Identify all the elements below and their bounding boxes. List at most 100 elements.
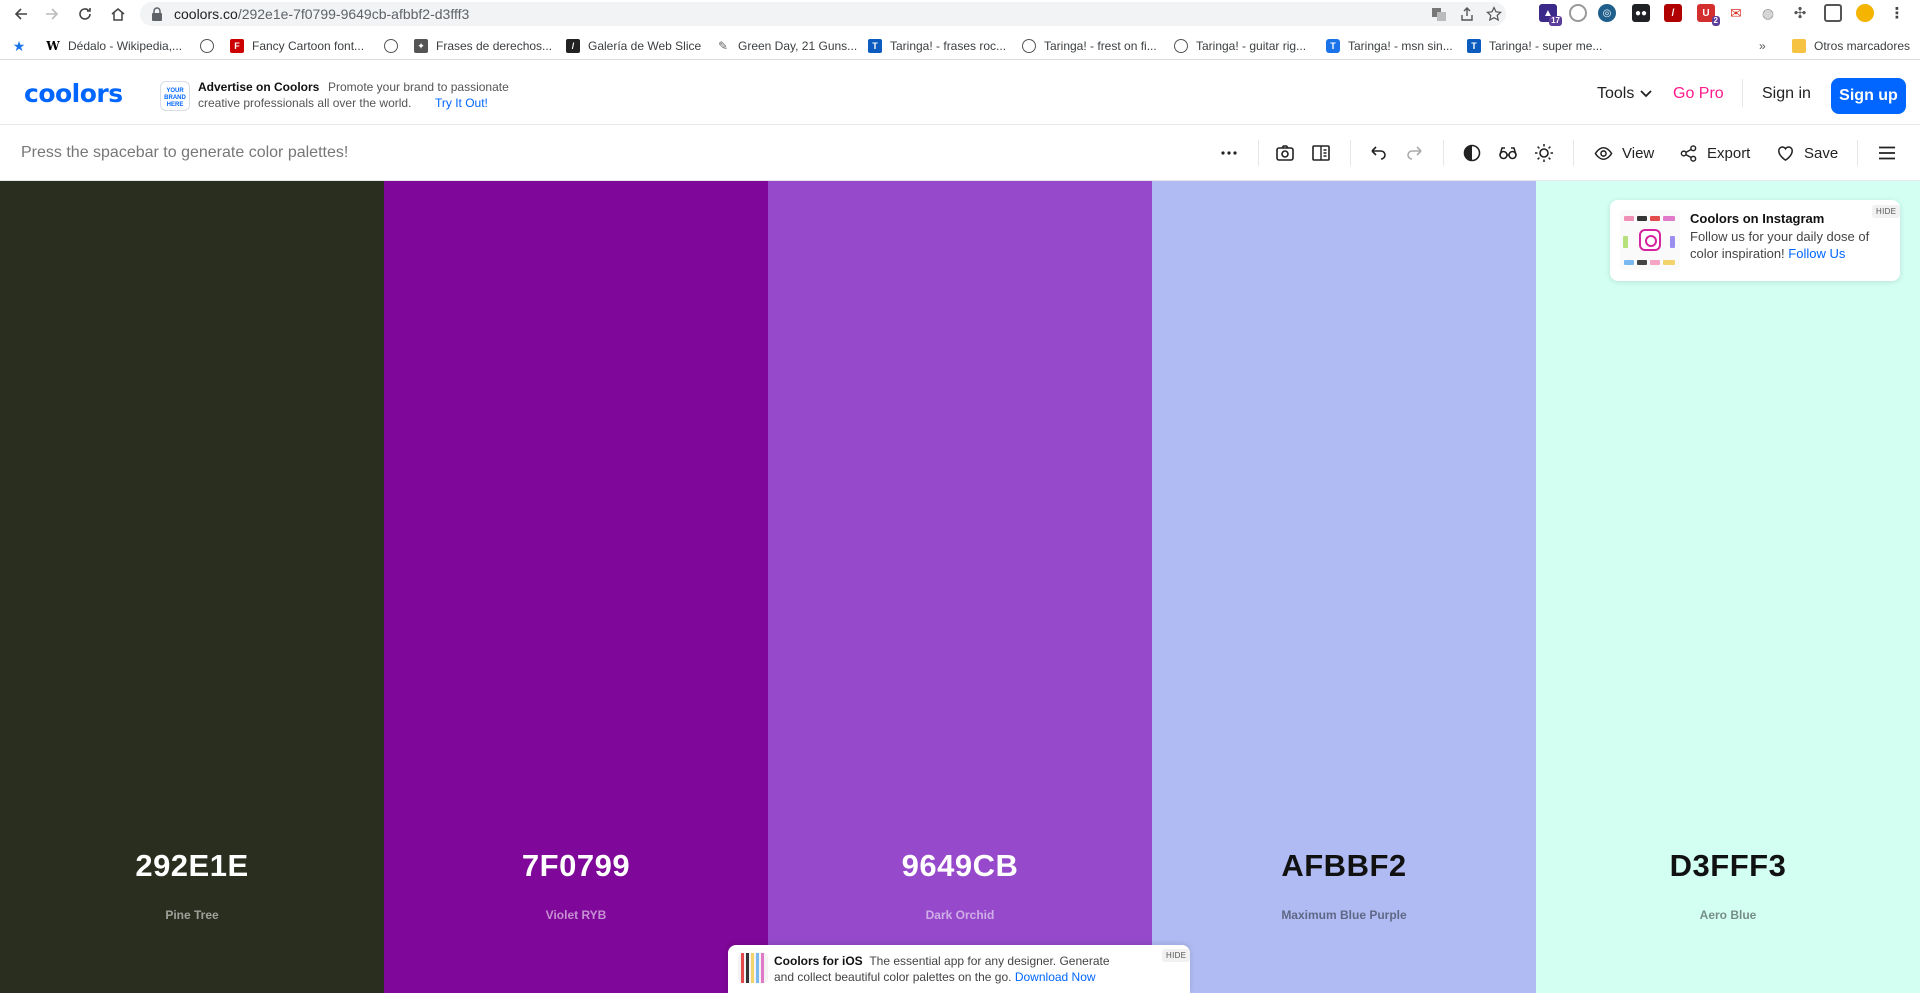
redo-icon[interactable] <box>1404 142 1426 164</box>
save-button[interactable]: Save <box>1776 142 1838 164</box>
sign-in-link[interactable]: Sign in <box>1762 85 1811 103</box>
tools-label: Tools <box>1597 85 1635 102</box>
color-name: Dark Orchid <box>925 908 995 922</box>
spacebar-hint: Press the spacebar to generate color pal… <box>21 144 349 161</box>
color-hex-code[interactable]: 7F0799 <box>384 848 768 884</box>
export-button[interactable]: Export <box>1679 142 1750 164</box>
palette-layout-icon[interactable] <box>1310 142 1332 164</box>
bookmark-6[interactable]: Taringa! - frest on fi... <box>1022 37 1157 55</box>
star-icon: ★ <box>12 37 26 54</box>
forward-button[interactable] <box>40 2 64 26</box>
brightness-icon[interactable] <box>1533 142 1555 164</box>
side-panel-icon[interactable] <box>1824 4 1842 22</box>
bookmark-1[interactable]: F Fancy Cartoon font... <box>230 37 364 55</box>
extension-hat-icon[interactable]: ▲ 17 <box>1539 4 1562 26</box>
back-arrow-icon <box>14 8 27 20</box>
globe-icon <box>384 39 398 53</box>
bookmark-3[interactable]: / Galería de Web Slice <box>566 37 701 55</box>
contrast-icon[interactable] <box>1461 142 1483 164</box>
folder-icon <box>1792 39 1806 53</box>
instagram-promo-title: Coolors on Instagram <box>1690 211 1825 226</box>
reload-button[interactable] <box>73 2 97 26</box>
bookmark-8[interactable]: T Taringa! - msn sin... <box>1326 37 1453 55</box>
color-swatch[interactable]: AFBBF2 Maximum Blue Purple <box>1152 181 1536 993</box>
other-bookmarks[interactable]: Otros marcadores <box>1792 37 1910 55</box>
ad-title: Advertise on Coolors <box>198 80 320 94</box>
profile-avatar-icon[interactable] <box>1856 4 1874 22</box>
taringa-icon: T <box>1326 39 1340 53</box>
toolbar-divider <box>1857 140 1858 166</box>
instagram-thumbnail <box>1620 210 1680 270</box>
more-options-icon[interactable] <box>1218 142 1240 164</box>
bookmark-7[interactable]: Taringa! - guitar rig... <box>1174 37 1306 55</box>
frases-icon: ✦ <box>414 39 428 53</box>
glasses-icon[interactable] <box>1497 142 1519 164</box>
undo-icon[interactable] <box>1367 142 1389 164</box>
follow-us-link[interactable]: Follow Us <box>1788 246 1845 261</box>
bookmark-9[interactable]: T Taringa! - super me... <box>1467 37 1602 55</box>
color-swatch[interactable]: D3FFF3 Aero Blue <box>1536 181 1920 993</box>
camera-icon[interactable] <box>1274 142 1296 164</box>
color-hex-code[interactable]: D3FFF3 <box>1536 848 1920 884</box>
color-palette: 292E1E Pine Tree 7F0799 Violet RYB 9649C… <box>0 181 1920 993</box>
wikipedia-icon: W <box>46 39 60 53</box>
color-hex-code[interactable]: AFBBF2 <box>1152 848 1536 884</box>
extension-sync-icon[interactable]: ◎ <box>1598 4 1616 22</box>
extension-lastpass-icon[interactable]: / <box>1664 4 1682 22</box>
color-swatch[interactable]: 7F0799 Violet RYB <box>384 181 768 993</box>
share-icon[interactable] <box>1458 5 1476 23</box>
generator-toolbar: Press the spacebar to generate color pal… <box>0 126 1920 181</box>
bookmark-star-icon[interactable] <box>1485 5 1503 23</box>
extension-ublock-icon[interactable]: U2 <box>1697 4 1720 26</box>
bookmark-2[interactable]: ✦ Frases de derechos... <box>414 37 552 55</box>
fancy-icon: F <box>230 39 244 53</box>
home-button[interactable] <box>106 2 130 26</box>
forward-arrow-icon <box>46 8 59 20</box>
ios-promo-title: Coolors for iOS <box>774 954 863 968</box>
greenday-icon: ✎ <box>716 39 730 53</box>
bookmark-5[interactable]: T Taringa! - frases roc... <box>868 37 1006 55</box>
ios-promo-text: Coolors for iOS The essential app for an… <box>774 953 1124 985</box>
sign-up-button[interactable]: Sign up <box>1831 78 1906 114</box>
export-label: Export <box>1707 144 1751 162</box>
chevron-down-icon <box>1640 90 1652 98</box>
view-button[interactable]: View <box>1594 142 1654 164</box>
extension-circle-icon[interactable] <box>1569 4 1587 22</box>
hide-instagram-promo-button[interactable]: HIDE <box>1872 205 1901 218</box>
extension-globe-icon[interactable]: ◍ <box>1759 4 1777 22</box>
ad-try-it-link[interactable]: Try It Out! <box>435 96 488 110</box>
download-now-link[interactable]: Download Now <box>1015 970 1096 984</box>
taringa-icon: T <box>868 39 882 53</box>
color-hex-code[interactable]: 292E1E <box>0 848 384 884</box>
toolbar-divider <box>1573 140 1574 166</box>
bookmark-globe-1[interactable] <box>200 37 222 55</box>
ad-brand-box[interactable]: YOUR BRAND HERE <box>160 81 190 111</box>
address-bar[interactable]: coolors.co/292e1e-7f0799-9649cb-afbbf2-d… <box>140 2 1506 26</box>
globe-icon <box>200 39 214 53</box>
bookmarks-overflow[interactable]: » <box>1759 37 1766 55</box>
tools-menu-button[interactable]: Tools <box>1597 85 1652 103</box>
bookmark-globe-2[interactable] <box>384 37 406 55</box>
color-swatch[interactable]: 292E1E Pine Tree <box>0 181 384 993</box>
bookmark-0[interactable]: W Dédalo - Wikipedia,... <box>46 37 182 55</box>
coolors-logo[interactable]: coolors <box>24 79 123 108</box>
color-swatch[interactable]: 9649CB Dark Orchid <box>768 181 1152 993</box>
bookmark-4[interactable]: ✎ Green Day, 21 Guns... <box>716 37 857 55</box>
eye-icon <box>1594 146 1613 160</box>
browser-menu-icon[interactable]: ⋮ <box>1888 4 1906 22</box>
site-header: coolors YOUR BRAND HERE Advertise on Coo… <box>0 61 1920 125</box>
hamburger-menu-icon[interactable] <box>1876 142 1898 164</box>
color-hex-code[interactable]: 9649CB <box>768 848 1152 884</box>
translate-icon[interactable] <box>1430 5 1448 23</box>
color-name: Maximum Blue Purple <box>1281 908 1407 922</box>
go-pro-link[interactable]: Go Pro <box>1673 85 1724 103</box>
bookmark-star-apps[interactable]: ★ <box>12 37 34 55</box>
back-button[interactable] <box>9 2 33 26</box>
url-text: coolors.co/292e1e-7f0799-9649cb-afbbf2-d… <box>174 6 470 22</box>
extensions-puzzle-icon[interactable]: ✣ <box>1791 4 1809 22</box>
hide-ios-promo-button[interactable]: HIDE <box>1162 949 1191 962</box>
extension-mail-icon[interactable]: ✉ <box>1727 4 1745 22</box>
extension-tampermonkey-icon[interactable]: ●● <box>1632 4 1650 22</box>
instagram-icon <box>1639 229 1661 251</box>
color-name: Aero Blue <box>1699 908 1757 922</box>
